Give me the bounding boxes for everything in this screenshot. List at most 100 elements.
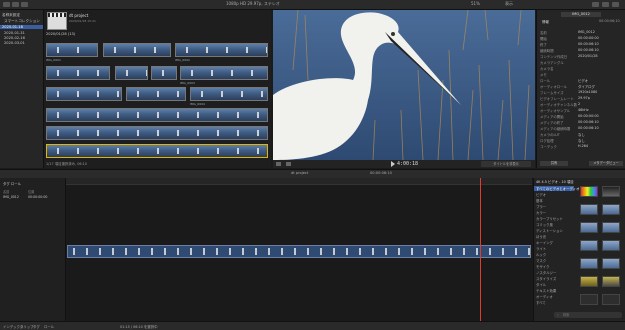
effect-thumb[interactable]	[602, 186, 620, 197]
index-row-position[interactable]: 00:00:00:00	[28, 195, 47, 199]
index-row-name[interactable]: IMG_0012	[3, 195, 19, 199]
effects-category[interactable]: スタイライズ	[536, 276, 556, 281]
hide-titles-button[interactable]: タイトルを非表示	[481, 161, 531, 167]
browser-clip[interactable]	[115, 66, 148, 80]
insp-value[interactable]: 00:00:00:00	[578, 114, 599, 118]
effect-thumb[interactable]	[602, 294, 620, 305]
browser-clip[interactable]	[151, 66, 177, 80]
library-item[interactable]: 名称未設定	[2, 13, 20, 18]
inspector-toggle-icon[interactable]	[592, 2, 599, 7]
event-item[interactable]: 2020-02-16	[4, 36, 25, 40]
insp-value[interactable]: 00:00:06:10	[578, 48, 599, 52]
smart-collection-item[interactable]: スマートコレクション	[4, 19, 40, 24]
effects-category[interactable]: ディストーション	[536, 228, 563, 233]
clips-tab[interactable]: クリップ	[20, 324, 34, 329]
effects-category[interactable]: ブラー	[536, 204, 546, 209]
insp-value[interactable]: 00:00:06:10	[578, 126, 599, 130]
browser-clip[interactable]	[103, 43, 171, 57]
effects-category[interactable]: マスク	[536, 258, 546, 263]
effects-category-selected[interactable]: すべてのビデオとオーディオ	[534, 186, 579, 191]
zoom-level[interactable]: 51%	[471, 1, 480, 6]
viewer-options-label[interactable]: 表示	[505, 1, 513, 7]
browser-clip[interactable]	[180, 66, 268, 80]
insp-value[interactable]: 00:00:06:10	[578, 42, 599, 46]
effects-category[interactable]: カラー	[536, 210, 546, 215]
roles-tab[interactable]: ロール	[44, 324, 54, 329]
insp-value[interactable]: 00:00:06:10	[578, 120, 599, 124]
effects-category[interactable]: ルック	[536, 252, 546, 257]
playhead[interactable]	[480, 178, 481, 321]
effect-thumb[interactable]	[602, 240, 620, 251]
metadata-view-button[interactable]: メタデータビュー	[589, 161, 623, 166]
effect-thumb[interactable]	[580, 258, 598, 269]
index-col-position[interactable]: 位置	[28, 189, 34, 194]
effect-thumb[interactable]	[580, 204, 598, 215]
effect-thumb[interactable]	[580, 294, 598, 305]
effects-category[interactable]: ノスタルジー	[536, 270, 556, 275]
index-col-name[interactable]: 名前	[3, 189, 9, 194]
viewer[interactable]	[273, 10, 535, 160]
effects-toggle-icon[interactable]	[612, 2, 619, 7]
effects-category[interactable]: テキスト効果	[536, 288, 556, 293]
effect-thumb[interactable]	[580, 186, 598, 197]
insp-value[interactable]: 2	[578, 102, 580, 106]
tags-tab[interactable]: タグ	[33, 324, 40, 329]
import-button[interactable]	[3, 2, 10, 7]
effects-search-field[interactable]: ⌕ 検索	[554, 312, 622, 318]
primary-storyline-clip[interactable]	[67, 245, 531, 258]
expand-icon[interactable]	[276, 162, 281, 166]
effect-thumb[interactable]	[580, 276, 598, 287]
browser-clip[interactable]	[46, 108, 268, 122]
insp-value[interactable]: H.264	[578, 144, 588, 148]
effect-thumb[interactable]	[580, 240, 598, 251]
effect-thumb[interactable]	[580, 222, 598, 233]
effects-category[interactable]: オーディオ	[536, 294, 553, 299]
browser-clip[interactable]	[46, 43, 98, 57]
insp-value[interactable]: なし	[578, 138, 585, 143]
check-icon[interactable]	[21, 2, 28, 7]
insp-value[interactable]: 00:00:00:00	[578, 36, 599, 40]
browser-clip[interactable]	[175, 43, 268, 57]
effects-category[interactable]: ライト	[536, 246, 546, 251]
insp-value[interactable]: ダイアログ	[578, 84, 595, 89]
browser-clip-selected[interactable]	[46, 144, 268, 158]
effect-thumb[interactable]	[602, 258, 620, 269]
insp-value[interactable]: なし	[578, 132, 585, 137]
key-icon[interactable]	[12, 2, 19, 7]
timeline-ruler[interactable]	[66, 178, 532, 185]
play-icon[interactable]	[391, 161, 395, 167]
effects-category[interactable]: ほう光	[536, 234, 546, 239]
share-button[interactable]: 共有	[540, 161, 568, 166]
browser-clip[interactable]	[126, 87, 186, 101]
insp-value[interactable]: 29.97p	[578, 96, 590, 100]
effect-thumb[interactable]	[602, 276, 620, 287]
insp-value[interactable]: 1920x1080	[578, 90, 597, 94]
effects-category[interactable]: カラープリセット	[536, 216, 563, 221]
event-item-selected[interactable]: 2020-01-18	[0, 25, 43, 29]
project-thumbnail[interactable]	[47, 12, 67, 30]
effects-category[interactable]: コミック風	[536, 222, 553, 227]
fullscreen-icon[interactable]	[286, 162, 291, 166]
browser-clip[interactable]	[46, 66, 110, 80]
effects-category[interactable]: すべて	[536, 300, 546, 305]
timeline[interactable]	[66, 178, 532, 321]
event-item[interactable]: 2020-01-31	[4, 31, 25, 35]
effects-category[interactable]: モザイク	[536, 264, 550, 269]
inspector-tab[interactable]: 情報	[542, 19, 549, 24]
index-header[interactable]: タグ ロール	[3, 181, 21, 186]
share-icon[interactable]	[602, 2, 609, 7]
browser-clip[interactable]	[46, 126, 268, 140]
insp-value[interactable]: 2020/01/28	[578, 54, 598, 58]
effects-category[interactable]: タイル	[536, 282, 546, 287]
effects-category[interactable]: キーイング	[536, 240, 553, 245]
effects-category[interactable]: 基本	[536, 198, 543, 203]
insp-value[interactable]: ビデオ	[578, 78, 588, 83]
effect-thumb[interactable]	[602, 204, 620, 215]
effects-category[interactable]: ビデオ	[536, 192, 546, 197]
event-item[interactable]: 2020-03-01	[4, 41, 25, 45]
insp-value[interactable]: IMG_0012	[578, 30, 595, 34]
browser-clip[interactable]	[46, 87, 122, 101]
browser-clip[interactable]	[190, 87, 268, 101]
effect-thumb[interactable]	[602, 222, 620, 233]
insp-value[interactable]: 48kHz	[578, 108, 589, 112]
